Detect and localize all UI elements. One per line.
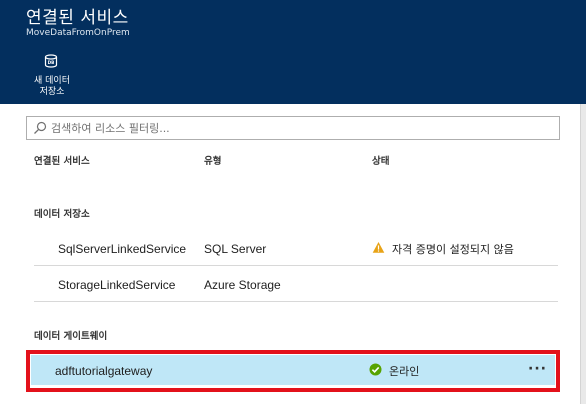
svg-text:DB: DB xyxy=(48,60,55,65)
gateway-status: 온라인 xyxy=(389,365,420,378)
linked-service-name: StorageLinkedService xyxy=(58,278,176,292)
table-row[interactable]: StorageLinkedService Azure Storage xyxy=(34,266,558,302)
search-icon xyxy=(34,121,47,134)
linked-service-type: Azure Storage xyxy=(204,278,281,292)
linked-service-type: SQL Server xyxy=(204,242,267,256)
new-data-store-label: 새 데이터 저장소 xyxy=(34,76,70,97)
gateway-name: adftutorialgateway xyxy=(55,364,153,378)
search-input[interactable] xyxy=(51,119,551,137)
warning-icon xyxy=(372,242,385,253)
column-header-status[interactable]: 상태 xyxy=(372,153,389,167)
blade-subtitle: MoveDataFromOnPrem xyxy=(26,28,130,38)
new-data-store-button[interactable]: DB 새 데이터 저장소 xyxy=(24,52,80,100)
more-options-icon[interactable]: ··· xyxy=(528,361,547,377)
check-circle-icon xyxy=(369,363,382,376)
section-label-gateways: 데이터 게이트웨이 xyxy=(34,331,108,342)
linked-service-status: 자격 증명이 설정되지 않음 xyxy=(392,243,514,256)
column-header-name[interactable]: 연결된 서비스 xyxy=(34,153,90,167)
table-row[interactable]: SqlServerLinkedService SQL Server 자격 증명이… xyxy=(34,230,558,266)
database-icon: DB xyxy=(44,54,58,68)
table-row-selected[interactable]: adftutorialgateway 온라인 ··· xyxy=(31,355,555,385)
column-header-type[interactable]: 유형 xyxy=(204,153,221,167)
scrollbar[interactable] xyxy=(580,104,586,404)
search-box[interactable] xyxy=(26,116,560,140)
blade-title: 연결된 서비스 xyxy=(26,8,129,28)
blade-header: 연결된 서비스 MoveDataFromOnPrem DB 새 데이터 저장소 xyxy=(0,0,586,104)
section-label-data-stores: 데이터 저장소 xyxy=(34,209,90,220)
linked-service-name: SqlServerLinkedService xyxy=(58,242,187,256)
linked-services-panel: 연결된 서비스 유형 상태 데이터 저장소 SqlServerLinkedSer… xyxy=(0,104,580,404)
